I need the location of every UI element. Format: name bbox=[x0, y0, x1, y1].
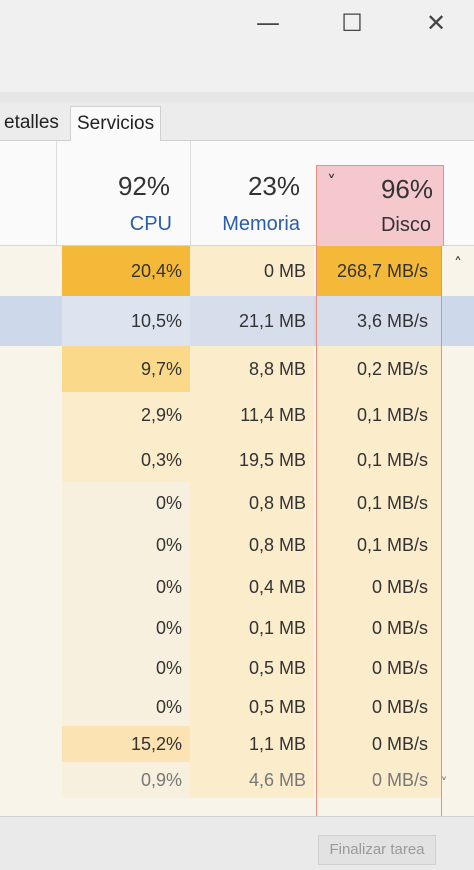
cpu-cell: 0% bbox=[62, 482, 190, 524]
minimize-button[interactable]: — bbox=[246, 6, 290, 40]
tab-bar: etalles Servicios bbox=[0, 102, 474, 141]
close-button[interactable]: ✕ bbox=[414, 6, 458, 40]
column-divider bbox=[190, 141, 191, 245]
table-row-selected[interactable]: 10,5% 21,1 MB 3,6 MB/s bbox=[0, 296, 474, 346]
memory-cell: 0,8 MB bbox=[190, 524, 314, 566]
cpu-cell: 0% bbox=[62, 648, 190, 688]
disk-cell: 0,1 MB/s bbox=[316, 482, 442, 524]
cpu-cell: 20,4% bbox=[62, 246, 190, 296]
cpu-cell: 2,9% bbox=[62, 392, 190, 438]
table-row[interactable]: 15,2% 1,1 MB 0 MB/s bbox=[0, 726, 474, 762]
disk-cell: 0 MB/s bbox=[316, 726, 442, 762]
memory-cell: 0 MB bbox=[190, 246, 314, 296]
memory-cell: 1,1 MB bbox=[190, 726, 314, 762]
cpu-cell: 0,9% bbox=[62, 762, 190, 798]
maximize-button[interactable]: ☐ bbox=[330, 6, 374, 40]
cpu-percent: 92% bbox=[117, 171, 170, 201]
column-header: 92% CPU 23% Memoria ˅ 96% Disco bbox=[0, 141, 474, 246]
footer-bar: Finalizar tarea bbox=[0, 816, 474, 870]
cpu-cell: 0% bbox=[62, 608, 190, 648]
table-row[interactable]: 0% 0,5 MB 0 MB/s bbox=[0, 688, 474, 726]
cpu-cell: 0% bbox=[62, 566, 190, 608]
cpu-cell: 0% bbox=[62, 524, 190, 566]
disk-cell: 0 MB/s bbox=[316, 566, 442, 608]
disk-cell: 0,1 MB/s bbox=[316, 392, 442, 438]
cpu-cell: 9,7% bbox=[62, 346, 190, 392]
disk-label: Disco bbox=[380, 214, 431, 236]
disk-cell: 0 MB/s bbox=[316, 608, 442, 648]
menu-strip bbox=[0, 92, 474, 102]
table-row[interactable]: 0% 0,8 MB 0,1 MB/s bbox=[0, 524, 474, 566]
memory-cell: 4,6 MB bbox=[190, 762, 314, 798]
memory-cell: 19,5 MB bbox=[190, 438, 314, 482]
disk-cell: 0 MB/s bbox=[316, 648, 442, 688]
scroll-up-arrow-icon[interactable]: ˄ bbox=[446, 252, 470, 276]
disk-cell: 0,1 MB/s bbox=[316, 524, 442, 566]
sort-descending-icon: ˅ bbox=[327, 172, 336, 193]
disk-cell: 0,1 MB/s bbox=[316, 438, 442, 482]
table-row[interactable]: 0% 0,5 MB 0 MB/s bbox=[0, 648, 474, 688]
tab-details[interactable]: etalles bbox=[4, 106, 59, 140]
disk-cell: 3,6 MB/s bbox=[316, 296, 442, 346]
table-row[interactable]: 0,9% 4,6 MB 0 MB/s bbox=[0, 762, 474, 798]
cpu-cell: 10,5% bbox=[62, 296, 190, 346]
disk-column-header[interactable]: ˅ 96% Disco bbox=[316, 165, 444, 246]
cpu-cell: 0% bbox=[62, 688, 190, 726]
table-row[interactable]: 0% 0,4 MB 0 MB/s bbox=[0, 566, 474, 608]
memory-percent: 23% bbox=[247, 171, 300, 201]
memory-cell: 0,5 MB bbox=[190, 688, 314, 726]
table-row[interactable]: 0% 0,1 MB 0 MB/s bbox=[0, 608, 474, 648]
disk-cell: 268,7 MB/s bbox=[316, 246, 442, 296]
memory-cell: 0,5 MB bbox=[190, 648, 314, 688]
table-row[interactable]: 20,4% 0 MB 268,7 MB/s bbox=[0, 246, 474, 296]
memory-cell: 0,1 MB bbox=[190, 608, 314, 648]
cpu-label: CPU bbox=[129, 213, 172, 235]
table-row[interactable]: 9,7% 8,8 MB 0,2 MB/s bbox=[0, 346, 474, 392]
column-divider bbox=[56, 141, 57, 245]
end-task-button[interactable]: Finalizar tarea bbox=[318, 835, 436, 865]
tab-services[interactable]: Servicios bbox=[70, 106, 162, 141]
process-list: 20,4% 0 MB 268,7 MB/s 10,5% 21,1 MB 3,6 … bbox=[0, 246, 474, 816]
table-row[interactable]: 0% 0,8 MB 0,1 MB/s bbox=[0, 482, 474, 524]
memory-cell: 0,4 MB bbox=[190, 566, 314, 608]
memory-label: Memoria bbox=[222, 213, 300, 235]
memory-cell: 0,8 MB bbox=[190, 482, 314, 524]
table-row[interactable]: 0,3% 19,5 MB 0,1 MB/s bbox=[0, 438, 474, 482]
disk-cell: 0,2 MB/s bbox=[316, 346, 442, 392]
disk-percent: 96% bbox=[380, 174, 433, 204]
memory-cell: 21,1 MB bbox=[190, 296, 314, 346]
scroll-down-arrow-icon[interactable]: ˅ bbox=[432, 772, 456, 796]
title-bar: — ☐ ✕ bbox=[0, 0, 474, 92]
memory-cell: 8,8 MB bbox=[190, 346, 314, 392]
table-row[interactable]: 2,9% 11,4 MB 0,1 MB/s bbox=[0, 392, 474, 438]
cpu-cell: 0,3% bbox=[62, 438, 190, 482]
cpu-cell: 15,2% bbox=[62, 726, 190, 762]
disk-cell: 0 MB/s bbox=[316, 688, 442, 726]
disk-cell: 0 MB/s bbox=[316, 762, 442, 798]
memory-cell: 11,4 MB bbox=[190, 392, 314, 438]
